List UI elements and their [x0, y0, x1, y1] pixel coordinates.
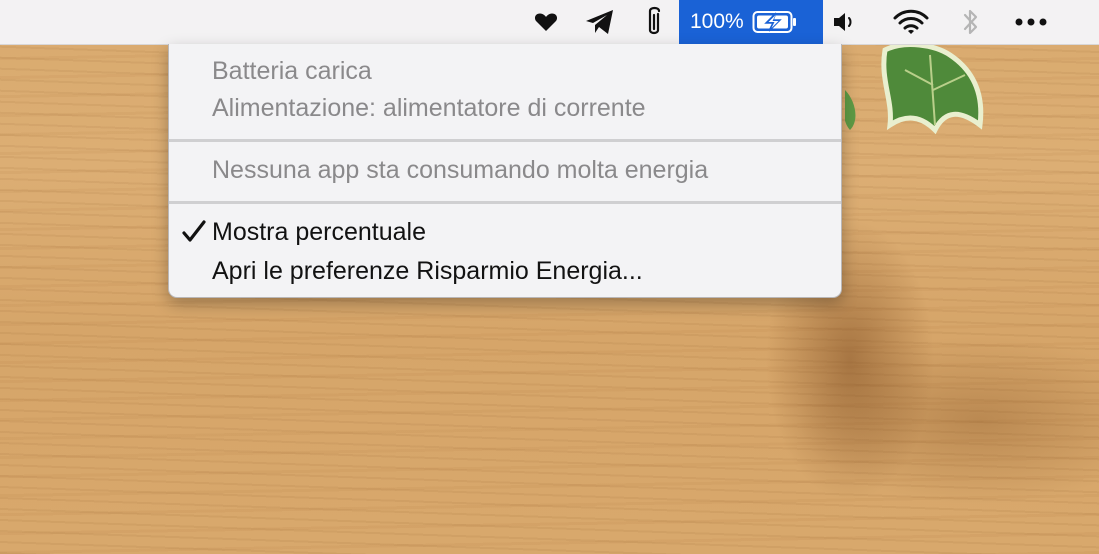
wifi-icon[interactable]: [890, 0, 932, 44]
bluetooth-icon[interactable]: [958, 0, 984, 44]
battery-status-button[interactable]: 100%: [679, 0, 823, 44]
telegram-icon[interactable]: [583, 0, 617, 44]
open-energy-preferences-item[interactable]: Apri le preferenze Risparmio Energia...: [212, 256, 643, 286]
ivy-leaf-decoration: [845, 42, 984, 135]
volume-icon[interactable]: [831, 0, 861, 44]
more-icon[interactable]: [1012, 0, 1050, 44]
show-percentage-item[interactable]: Mostra percentuale: [212, 217, 426, 247]
menu-separator: [169, 139, 841, 142]
menu-separator: [169, 201, 841, 204]
battery-percentage: 100%: [690, 10, 744, 33]
checkmark-icon: [182, 220, 206, 242]
paperclip-icon[interactable]: [641, 0, 667, 44]
heart-icon[interactable]: [531, 0, 561, 44]
power-source-text: Alimentazione: alimentatore di corrente: [212, 94, 646, 122]
battery-status-text: Batteria carica: [212, 57, 372, 85]
battery-dropdown-menu: Batteria carica Alimentazione: alimentat…: [168, 44, 842, 298]
energy-usage-text: Nessuna app sta consumando molta energia: [212, 156, 709, 184]
battery-charging-icon: [752, 11, 796, 33]
menu-bar: 100%: [0, 0, 1099, 45]
